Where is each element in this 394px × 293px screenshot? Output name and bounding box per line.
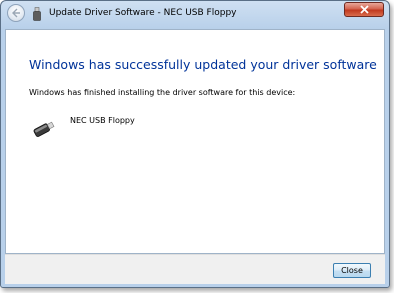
close-icon — [360, 5, 369, 14]
window-title: Update Driver Software - NEC USB Floppy — [49, 8, 237, 18]
title-bar[interactable]: Update Driver Software - NEC USB Floppy — [1, 1, 389, 29]
content-area: Windows has successfully updated your dr… — [5, 29, 385, 254]
back-arrow-icon — [12, 8, 20, 18]
success-headline: Windows has successfully updated your dr… — [29, 57, 377, 72]
close-button[interactable]: Close — [333, 263, 371, 278]
dialog-footer: Close — [5, 254, 385, 284]
usb-device-icon — [33, 7, 41, 21]
back-button[interactable] — [7, 4, 25, 22]
window-close-button[interactable] — [344, 2, 384, 17]
usb-drive-icon — [33, 121, 55, 137]
install-status-text: Windows has finished installing the driv… — [29, 88, 296, 97]
update-driver-dialog: Update Driver Software - NEC USB Floppy … — [0, 0, 390, 288]
device-name: NEC USB Floppy — [70, 116, 135, 125]
